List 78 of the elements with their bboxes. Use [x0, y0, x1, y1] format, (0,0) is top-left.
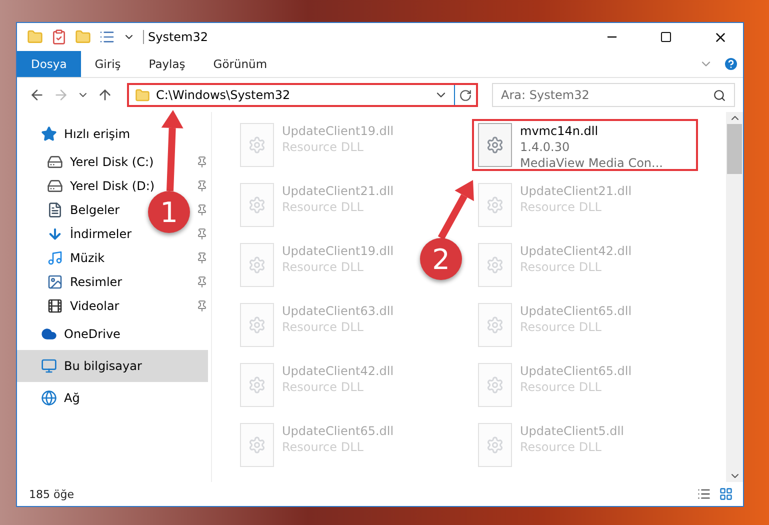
window-title: System32 [143, 30, 581, 44]
dll-file-icon [478, 243, 512, 287]
arrow [438, 180, 474, 240]
details-view-icon[interactable] [697, 487, 711, 501]
file-name: UpdateClient65.dll [282, 423, 394, 439]
star-icon [41, 126, 57, 142]
music-note-icon [47, 250, 63, 266]
dll-file-icon [478, 363, 512, 407]
dll-file-icon [240, 303, 274, 347]
file-name: UpdateClient65.dll [520, 303, 632, 319]
dll-file-icon [478, 303, 512, 347]
file-name: UpdateClient21.dll [520, 183, 632, 199]
pin-icon[interactable] [196, 252, 208, 264]
file-detail: 1.4.0.30 [520, 139, 571, 155]
back-button[interactable] [29, 87, 45, 103]
dll-file-icon [240, 243, 274, 287]
file-detail: MediaView Media Con... [520, 155, 663, 171]
pin-icon[interactable] [196, 204, 208, 216]
ribbon-tab[interactable]: Paylaş [134, 51, 200, 77]
pin-icon[interactable] [196, 156, 208, 168]
ribbon-tab[interactable]: Dosya [17, 51, 81, 77]
maximize-icon [660, 31, 672, 43]
drive-icon [47, 178, 63, 194]
drive-icon [47, 154, 63, 170]
sidebar-item[interactable]: Hızlı erişim [17, 118, 208, 150]
monitor-icon [41, 358, 57, 374]
picture-icon [47, 274, 63, 290]
scroll-thumb[interactable] [727, 124, 742, 174]
list-icon[interactable] [99, 29, 115, 45]
ribbon-tab[interactable]: Giriş [80, 51, 135, 77]
sidebar-item[interactable]: Belgeler [47, 198, 126, 222]
folder-icon [135, 88, 150, 102]
dll-file-icon [240, 423, 274, 467]
cloud-icon [41, 326, 57, 342]
file-name: UpdateClient5.dll [520, 423, 624, 439]
address-text: C:\Windows\System32 [156, 88, 292, 102]
item-count: 185 öğe [29, 488, 75, 500]
globe-icon [41, 390, 57, 406]
large-icons-view-icon[interactable] [719, 487, 733, 501]
pin-icon[interactable] [196, 180, 208, 192]
file-name: UpdateClient42.dll [282, 363, 394, 379]
document-icon [47, 202, 63, 218]
sidebar-item[interactable]: Ağ [17, 382, 208, 414]
search-field[interactable]: Ara: System32 [492, 83, 735, 107]
sidebar-item[interactable]: Bu bilgisayar [17, 350, 208, 382]
dll-file-icon [240, 363, 274, 407]
sidebar-item[interactable]: Müzik [47, 246, 111, 270]
help-icon [723, 56, 739, 72]
sidebar-item[interactable]: OneDrive [17, 318, 208, 350]
file-name: UpdateClient63.dll [282, 303, 394, 319]
sidebar-item[interactable]: Resimler [47, 270, 128, 294]
pin-icon[interactable] [196, 276, 208, 288]
sidebar-item[interactable]: Yerel Disk (C:) [47, 150, 160, 174]
file-name: mvmc14n.dll [520, 123, 600, 139]
dll-file-icon [478, 183, 512, 227]
film-icon [47, 298, 63, 314]
ribbon-tab[interactable]: Görünüm [199, 51, 282, 77]
step-number: 1 [148, 191, 190, 233]
dll-file-icon [478, 423, 512, 467]
sidebar-item[interactable]: Videolar [47, 294, 126, 318]
file-name: UpdateClient21.dll [282, 183, 394, 199]
file-item[interactable]: mvmc14n.dll 1.4.0.30 MediaView Media Con... [472, 119, 698, 171]
pin-icon[interactable] [196, 300, 208, 312]
sidebar-item[interactable]: İndirmeler [47, 222, 138, 246]
file-name: UpdateClient19.dll [282, 243, 394, 259]
file-name: UpdateClient42.dll [520, 243, 632, 259]
dll-file-icon [478, 123, 512, 167]
step-number: 2 [420, 238, 462, 280]
file-name: UpdateClient19.dll [282, 123, 394, 139]
dll-file-icon [240, 183, 274, 227]
up-button[interactable] [97, 87, 113, 103]
file-name: UpdateClient65.dll [520, 363, 632, 379]
search-icon[interactable] [713, 88, 726, 102]
download-icon [47, 226, 63, 242]
address-bar[interactable]: C:\Windows\System32 [127, 83, 478, 107]
dll-file-icon [240, 123, 274, 167]
scrollbar[interactable] [726, 112, 743, 482]
pin-icon[interactable] [196, 228, 208, 240]
